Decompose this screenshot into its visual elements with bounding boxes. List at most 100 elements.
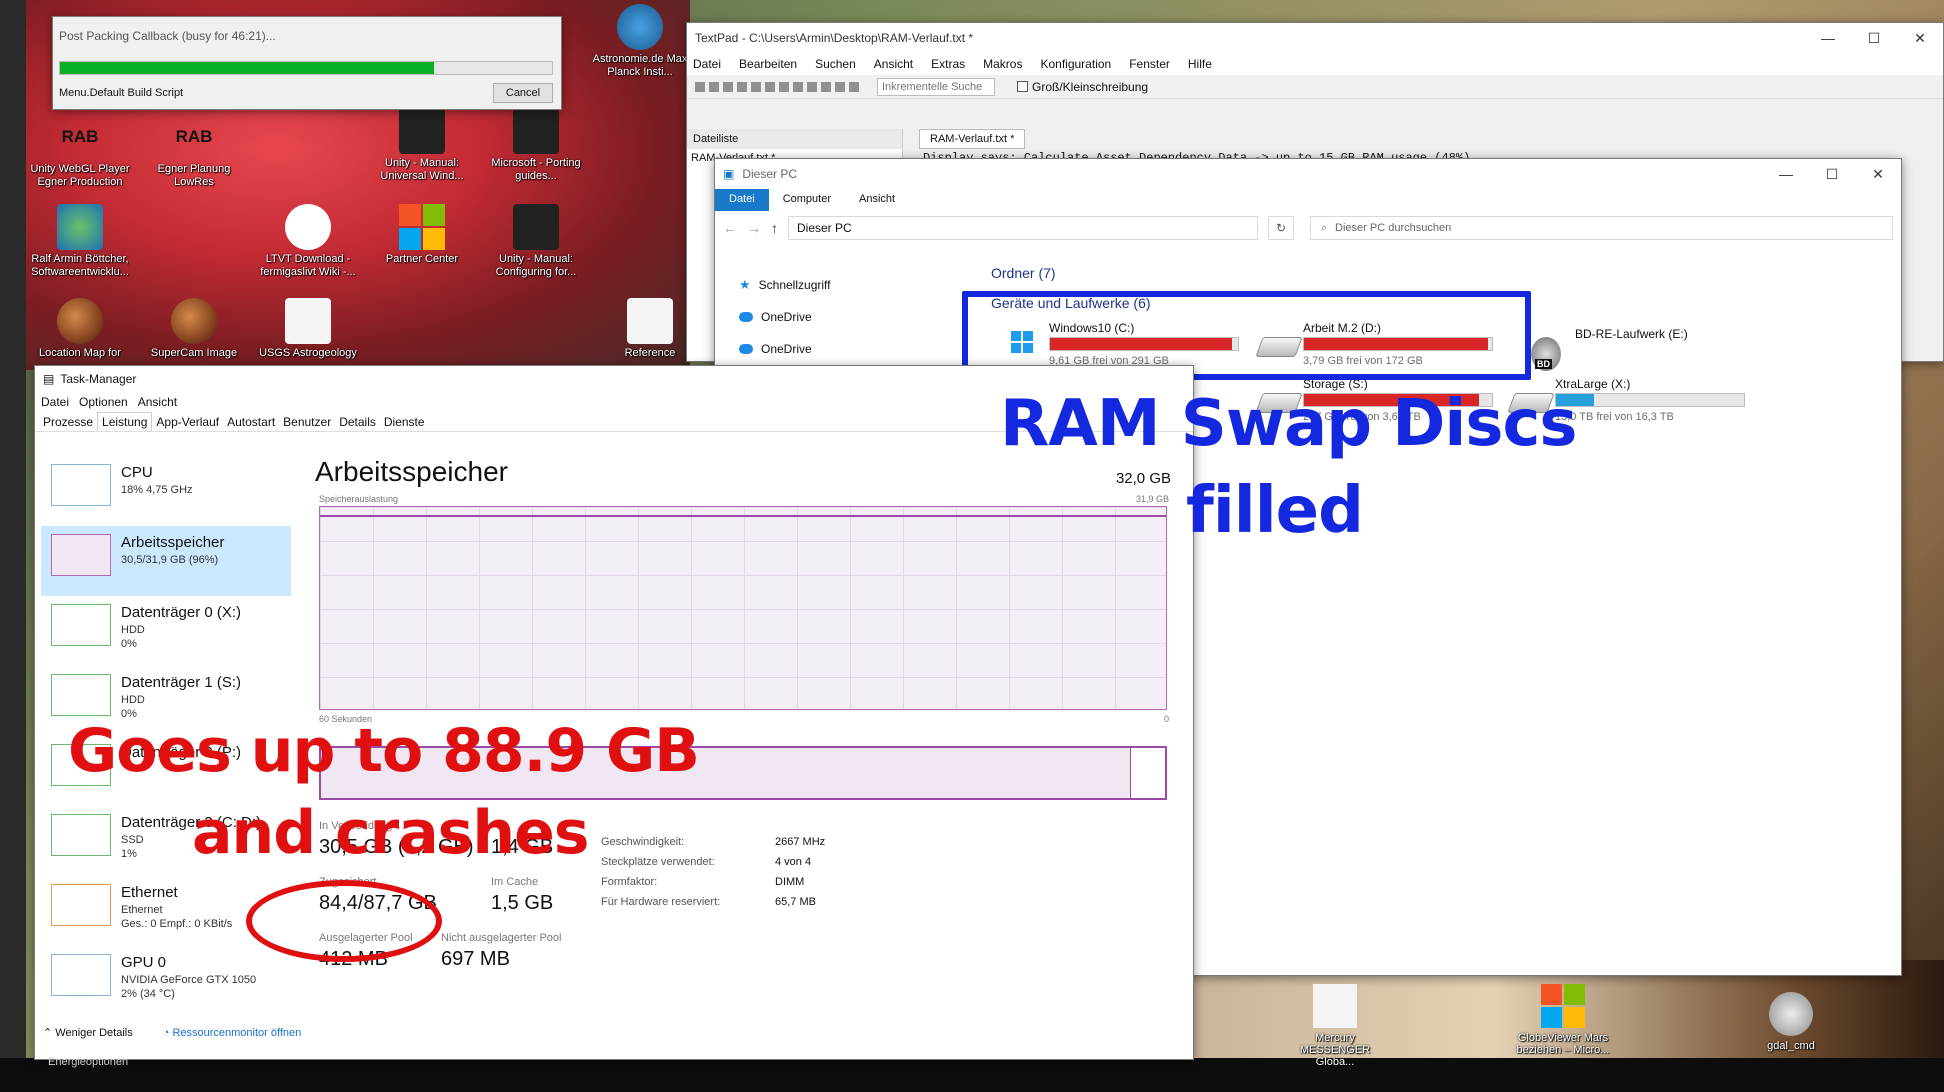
spell-icon[interactable] (849, 81, 859, 92)
back-arrow-icon[interactable]: ← (723, 220, 737, 236)
open-icon[interactable] (709, 81, 719, 92)
tab-computer[interactable]: Computer (769, 189, 845, 211)
menu-item[interactable]: Makros (983, 57, 1022, 71)
menu-item[interactable]: Suchen (815, 57, 856, 71)
nav-item-quickaccess[interactable]: ★ Schnellzugriff (715, 269, 975, 301)
copy-icon[interactable] (765, 81, 775, 92)
tab-autostart[interactable]: Autostart (223, 413, 279, 431)
maximize-icon[interactable]: ☐ (1851, 30, 1897, 47)
spec-label: Für Hardware reserviert: (601, 896, 721, 908)
menu-item[interactable]: Ansicht (874, 57, 913, 71)
navigation-pane: ★ Schnellzugriff OneDrive OneDrive (715, 269, 975, 365)
resource-monitor-icon: ◔ (162, 1026, 173, 1039)
up-arrow-icon[interactable]: ↑ (771, 220, 778, 236)
nonpaged-pool-label: Nicht ausgelagerter Pool (441, 932, 562, 944)
perf-sub: NVIDIA GeForce GTX 1050 (121, 974, 257, 986)
tab-prozesse[interactable]: Prozesse (39, 413, 97, 431)
nav-item-onedrive[interactable]: OneDrive (715, 301, 975, 333)
menu-item[interactable]: Konfiguration (1040, 57, 1111, 71)
perf-title: Ethernet (121, 884, 178, 901)
search-input[interactable]: ⌕ Dieser PC durchsuchen (1309, 216, 1893, 240)
close-icon[interactable]: ✕ (1855, 166, 1901, 183)
desktop-icon[interactable]: Microsoft - Porting guides... (486, 108, 586, 183)
address-bar[interactable]: Dieser PC (788, 216, 1259, 240)
drive-item[interactable]: BD BD-RE-Laufwerk (E:) (1531, 327, 1781, 375)
bottom-taskbar (0, 1058, 1944, 1092)
replace-icon[interactable] (835, 81, 845, 92)
desktop-icon[interactable]: Location Map for (30, 298, 130, 360)
desktop-icon[interactable]: Unity - Manual: Configuring for... (486, 204, 586, 279)
cancel-button[interactable]: Cancel (493, 83, 553, 103)
nav-item-onedrive[interactable]: OneDrive (715, 333, 975, 365)
desktop-icon[interactable]: Ralf Armin Böttcher, Softwareentwicklu..… (30, 204, 130, 279)
tab-leistung[interactable]: Leistung (97, 412, 153, 431)
desktop-icon[interactable]: RAB Unity WebGL Player Egner Production (30, 114, 130, 189)
desktop-icon[interactable]: gdal_cmd (1736, 992, 1846, 1052)
save-icon[interactable] (723, 81, 733, 92)
perf-item-cpu[interactable]: CPU 18% 4,75 GHz (41, 456, 291, 526)
desktop-icon[interactable]: Mercury MESSENGER Globa... (1280, 984, 1390, 1068)
tab-details[interactable]: Details (335, 413, 380, 431)
desktop-icon[interactable]: Reference (600, 298, 700, 360)
menu-item[interactable]: Hilfe (1188, 57, 1212, 71)
resource-monitor-link[interactable]: ◔ Ressourcenmonitor öffnen (163, 1027, 302, 1039)
gpu-thumbnail (51, 954, 111, 996)
spec-value: DIMM (775, 876, 805, 888)
menu-item[interactable]: Optionen (79, 395, 128, 409)
desktop-icon[interactable]: Astronomie.de Max Planck Insti... (590, 4, 690, 79)
desktop-icon[interactable]: LTVT Download - fermigaslivt Wiki -... (258, 204, 358, 279)
desktop-icon[interactable]: USGS Astrogeology (258, 298, 358, 360)
menu-item[interactable]: Datei (693, 57, 721, 71)
checkbox-box[interactable] (1017, 81, 1028, 92)
tab-app-verlauf[interactable]: App-Verlauf (152, 413, 223, 431)
nav-label: Schnellzugriff (758, 278, 831, 292)
perf-title: Datenträger 1 (S:) (121, 674, 242, 691)
spec-label: Formfaktor: (601, 876, 658, 888)
task-manager-icon: ▤ (43, 372, 55, 386)
document-tab[interactable]: RAM-Verlauf.txt * (919, 129, 1026, 149)
perf-item-memory[interactable]: Arbeitsspeicher 30,5/31,9 GB (96%) (41, 526, 291, 596)
annotation-goes-up: Goes up to 88.9 GB (68, 716, 700, 786)
menu-item[interactable]: Bearbeiten (739, 57, 797, 71)
menu-item[interactable]: Fenster (1129, 57, 1170, 71)
case-sensitive-checkbox[interactable]: Groß/Kleinschreibung (1017, 80, 1148, 94)
tab-datei[interactable]: Datei (715, 189, 769, 211)
perf-sub: Ges.: 0 Empf.: 0 KBit/s (121, 918, 233, 930)
undo-icon[interactable] (793, 81, 803, 92)
maximize-icon[interactable]: ☐ (1809, 166, 1855, 183)
menu-item[interactable]: Extras (931, 57, 965, 71)
desktop-icon[interactable]: RAB Egner Planung LowRes (144, 114, 244, 189)
paste-icon[interactable] (779, 81, 789, 92)
minimize-icon[interactable]: — (1805, 30, 1851, 47)
tab-ansicht[interactable]: Ansicht (845, 189, 909, 211)
perf-sub: HDD (121, 624, 145, 636)
refresh-icon[interactable]: ↻ (1268, 216, 1294, 240)
find-icon[interactable] (821, 81, 831, 92)
perf-item-gpu[interactable]: GPU 0 NVIDIA GeForce GTX 1050 2% (34 °C) (41, 946, 291, 1016)
forward-arrow-icon[interactable]: → (747, 220, 761, 236)
desktop-icon[interactable]: SuperCam Image (144, 298, 244, 360)
perf-title: Datenträger 0 (X:) (121, 604, 242, 621)
menu-item[interactable]: Datei (41, 395, 69, 409)
tab-dienste[interactable]: Dienste (380, 413, 429, 431)
tab-benutzer[interactable]: Benutzer (279, 413, 335, 431)
group-folders[interactable]: Ordner (7) (991, 265, 1056, 281)
cut-icon[interactable] (751, 81, 761, 92)
fewer-details-button[interactable]: ⌃ Weniger Details (43, 1026, 133, 1039)
menu-item[interactable]: Ansicht (138, 395, 177, 409)
minimize-icon[interactable]: — (1763, 166, 1809, 183)
desktop-icon[interactable]: GlobeViewer Mars beziehen – Micro... (1508, 984, 1618, 1056)
desktop-icon[interactable]: Partner Center (372, 204, 472, 266)
memory-total: 32,0 GB (1115, 470, 1171, 487)
perf-item-disk[interactable]: Datenträger 0 (X:) HDD 0% (41, 596, 291, 666)
close-icon[interactable]: ✕ (1897, 30, 1943, 47)
desktop-icon-label: USGS Astrogeology (259, 347, 357, 359)
print-icon[interactable] (737, 81, 747, 92)
desktop-icon[interactable]: Unity - Manual: Universal Wind... (372, 108, 472, 183)
spec-value: 2667 MHz (775, 836, 826, 848)
new-icon[interactable] (695, 81, 705, 92)
incremental-search-input[interactable]: Inkrementelle Suche (877, 77, 995, 96)
annotation-filled: filled (1186, 474, 1364, 548)
perf-sub: SSD (121, 834, 144, 846)
redo-icon[interactable] (807, 81, 817, 92)
